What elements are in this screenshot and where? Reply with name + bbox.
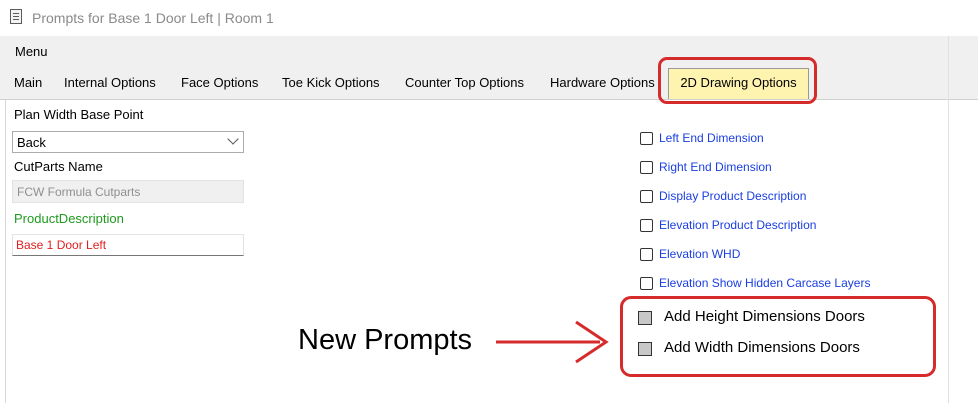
checkbox-label: Elevation WHD: [659, 247, 741, 261]
menu-bar: Menu: [0, 36, 978, 66]
product-description-value: Base 1 Door Left: [16, 238, 107, 252]
checkbox-box[interactable]: [640, 277, 653, 290]
app-icon: [10, 9, 22, 24]
tab-toe-kick-options[interactable]: Toe Kick Options: [282, 75, 380, 90]
checkbox-label: Display Product Description: [659, 189, 807, 203]
checkbox-label: Left End Dimension: [659, 131, 764, 145]
title-bar: Prompts for Base 1 Door Left | Room 1: [0, 0, 978, 36]
tab-strip: Main Internal Options Face Options Toe K…: [0, 66, 978, 100]
window-border: [948, 36, 949, 403]
product-description-label: ProductDescription: [14, 211, 124, 226]
panel-border: [5, 100, 6, 403]
tab-internal-options[interactable]: Internal Options: [64, 75, 156, 90]
annotation-arrow-icon: [496, 320, 609, 364]
plan-width-label: Plan Width Base Point: [14, 107, 144, 122]
plan-width-value: Back: [17, 135, 46, 150]
new-prompts-highlight-outline: [620, 296, 936, 377]
checkbox-box[interactable]: [640, 132, 653, 145]
plan-width-select[interactable]: Back: [12, 131, 244, 153]
checkbox-label: Elevation Product Description: [659, 218, 817, 232]
menu-item-menu[interactable]: Menu: [15, 44, 48, 59]
checkbox-box[interactable]: [640, 190, 653, 203]
checkbox-label: Right End Dimension: [659, 160, 772, 174]
chevron-down-icon[interactable]: [227, 133, 239, 145]
new-prompts-annotation: New Prompts: [298, 324, 473, 356]
checkbox-box[interactable]: [640, 248, 653, 261]
tab-main[interactable]: Main: [14, 75, 42, 90]
tab-highlight-outline: [658, 57, 817, 104]
tab-counter-top-options[interactable]: Counter Top Options: [405, 75, 524, 90]
tab-hardware-options[interactable]: Hardware Options: [550, 75, 655, 90]
product-description-input[interactable]: Base 1 Door Left: [12, 234, 244, 256]
cutparts-label: CutParts Name: [14, 159, 103, 174]
window-title: Prompts for Base 1 Door Left | Room 1: [32, 10, 274, 26]
cutparts-value: FCW Formula Cutparts: [17, 185, 141, 199]
tab-face-options[interactable]: Face Options: [181, 75, 258, 90]
cutparts-field: FCW Formula Cutparts: [12, 180, 244, 203]
checkbox-box[interactable]: [640, 161, 653, 174]
checkbox-box[interactable]: [640, 219, 653, 232]
checkbox-label: Elevation Show Hidden Carcase Layers: [659, 276, 871, 290]
